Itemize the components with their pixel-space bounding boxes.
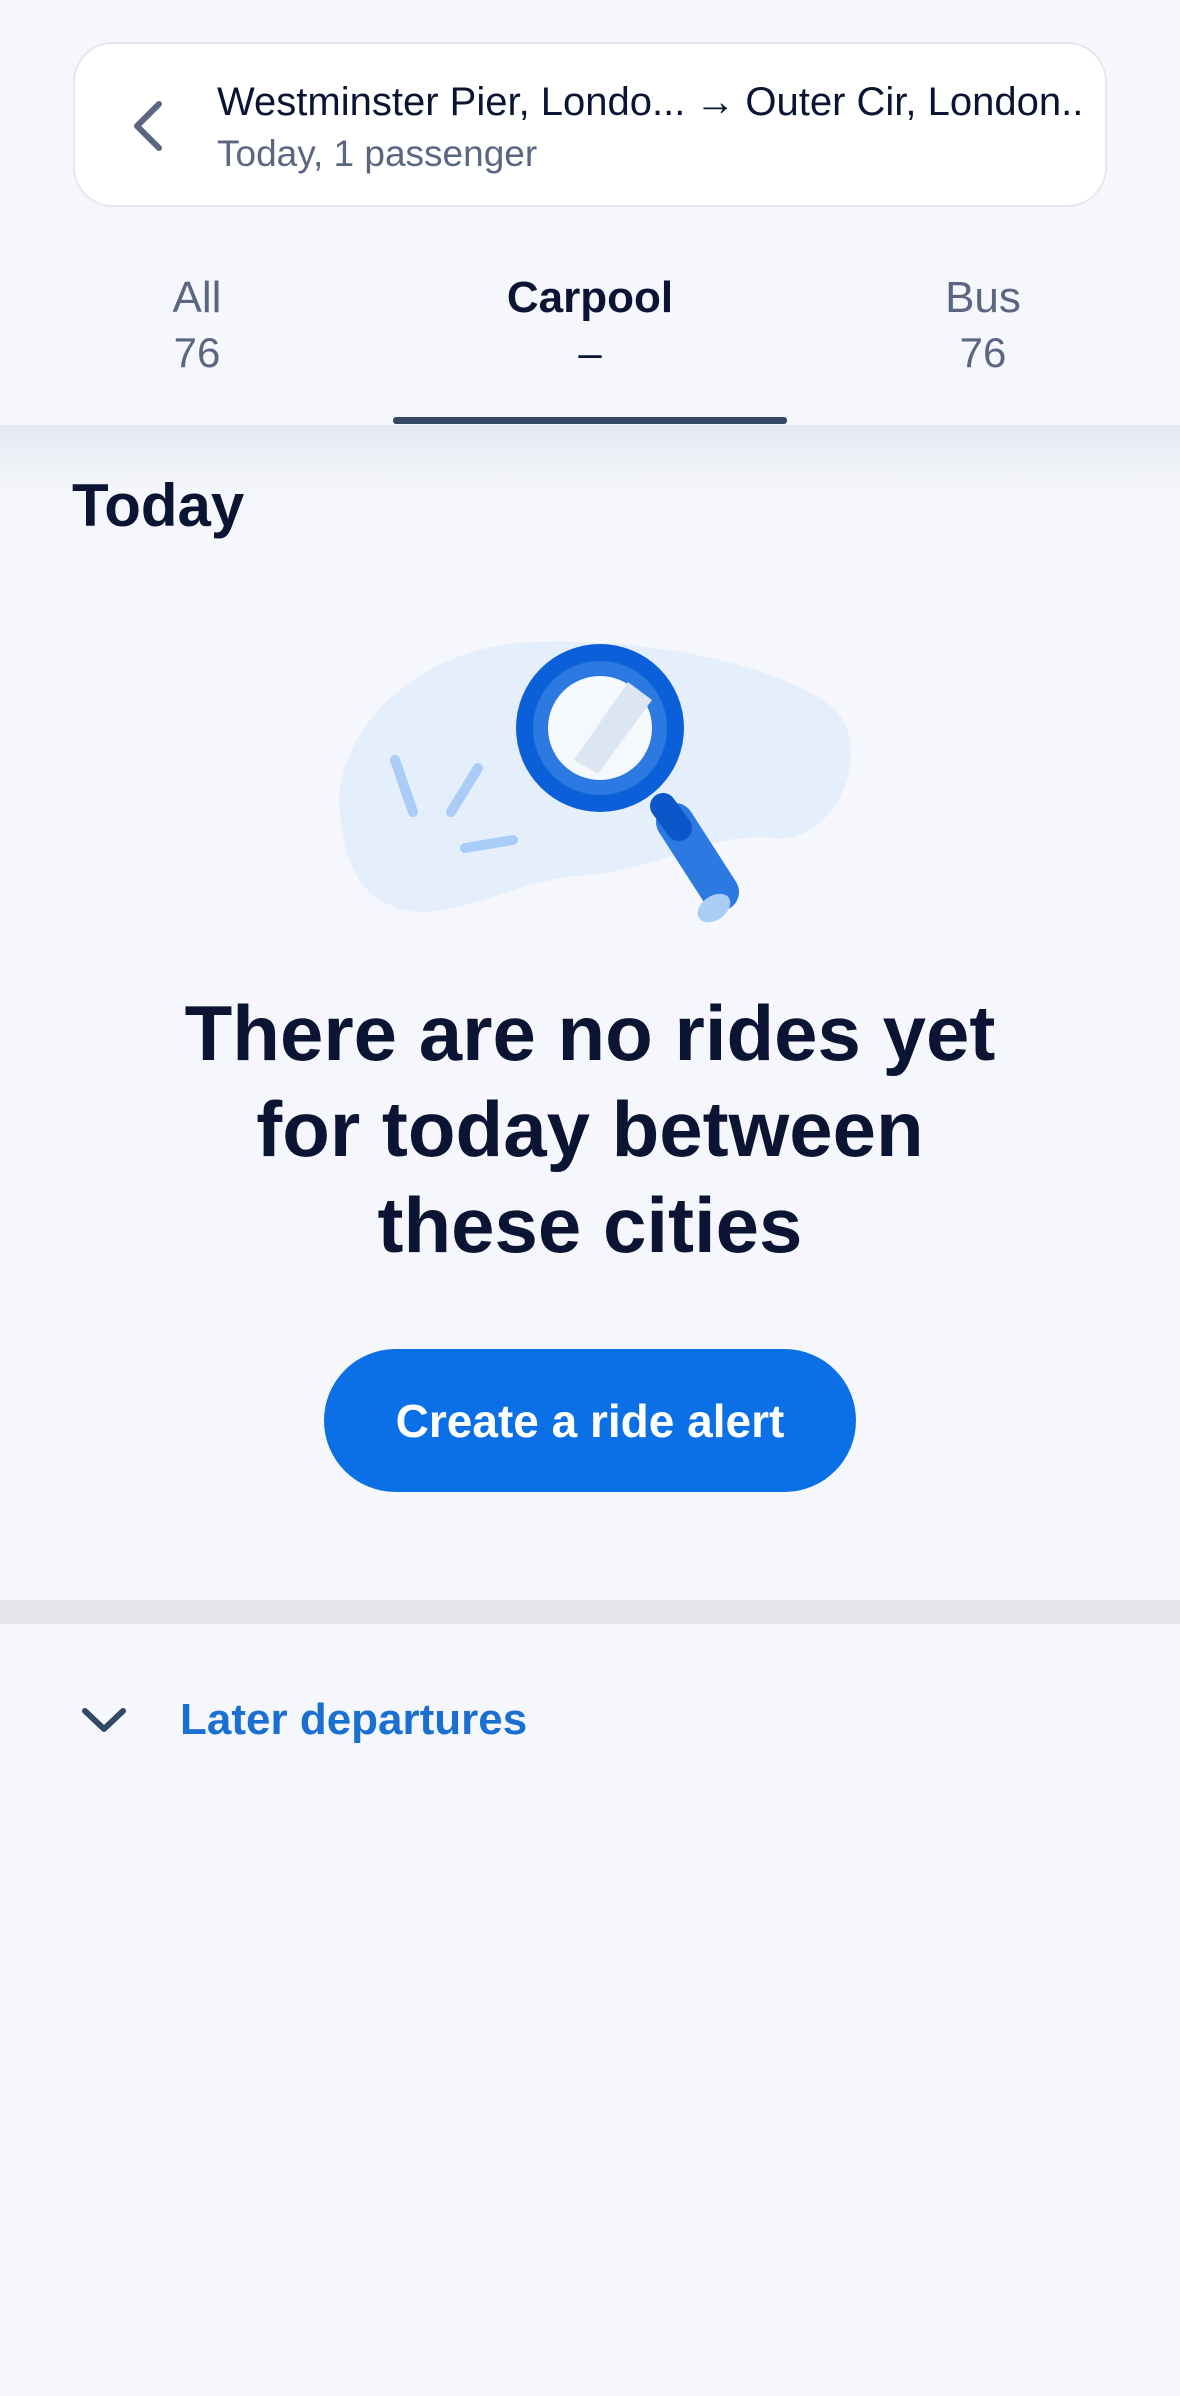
search-summary-card[interactable]: Westminster Pier, Londo... → Outer Cir, Lo…: [73, 42, 1107, 207]
empty-state-title-line: There are no rides yet: [184, 989, 996, 1077]
trip-details: Today, 1 passenger: [217, 133, 538, 174]
chevron-left-icon: [134, 101, 162, 151]
route-summary: Westminster Pier, Londo... → Outer Cir, Lo…: [217, 78, 1087, 126]
tab-all-count: 76: [173, 328, 221, 376]
create-ride-alert-button[interactable]: Create a ride alert: [324, 1349, 856, 1492]
empty-state-title: There are no rides yet for today between…: [100, 985, 1080, 1273]
empty-state-title-line: for today between: [256, 1085, 924, 1173]
tab-carpool-label: Carpool: [506, 273, 674, 322]
header: Westminster Pier, Londo... → Outer Cir, Lo…: [0, 0, 1180, 425]
tab-all-label: All: [172, 273, 222, 322]
later-departures-label: Later departures: [180, 1695, 528, 1744]
destination-text: Outer Cir, London...: [745, 80, 1087, 124]
later-departures-toggle[interactable]: Later departures: [60, 1680, 660, 1760]
section-divider: [0, 1600, 1180, 1624]
tab-carpool-count: –: [578, 328, 602, 376]
search-results-page: Westminster Pier, Londo... → Outer Cir, Lo…: [0, 0, 1180, 2396]
tab-all[interactable]: All 76: [0, 272, 394, 422]
tab-bus-label: Bus: [945, 273, 1021, 322]
route-arrow-icon: →: [695, 80, 736, 124]
magnifying-glass-icon: [339, 641, 852, 923]
origin-text: Westminster Pier, Londo...: [217, 80, 686, 124]
active-tab-indicator: [393, 417, 787, 424]
chevron-down-icon: [60, 1680, 148, 1760]
back-button[interactable]: [105, 82, 193, 170]
mode-tabs: All 76 Carpool – Bus 76: [0, 250, 1180, 425]
tab-bus[interactable]: Bus 76: [786, 272, 1180, 422]
section-title: Today: [72, 472, 245, 539]
tab-bus-count: 76: [959, 328, 1007, 376]
tab-carpool[interactable]: Carpool –: [393, 272, 787, 422]
empty-state-title-line: these cities: [377, 1181, 803, 1269]
